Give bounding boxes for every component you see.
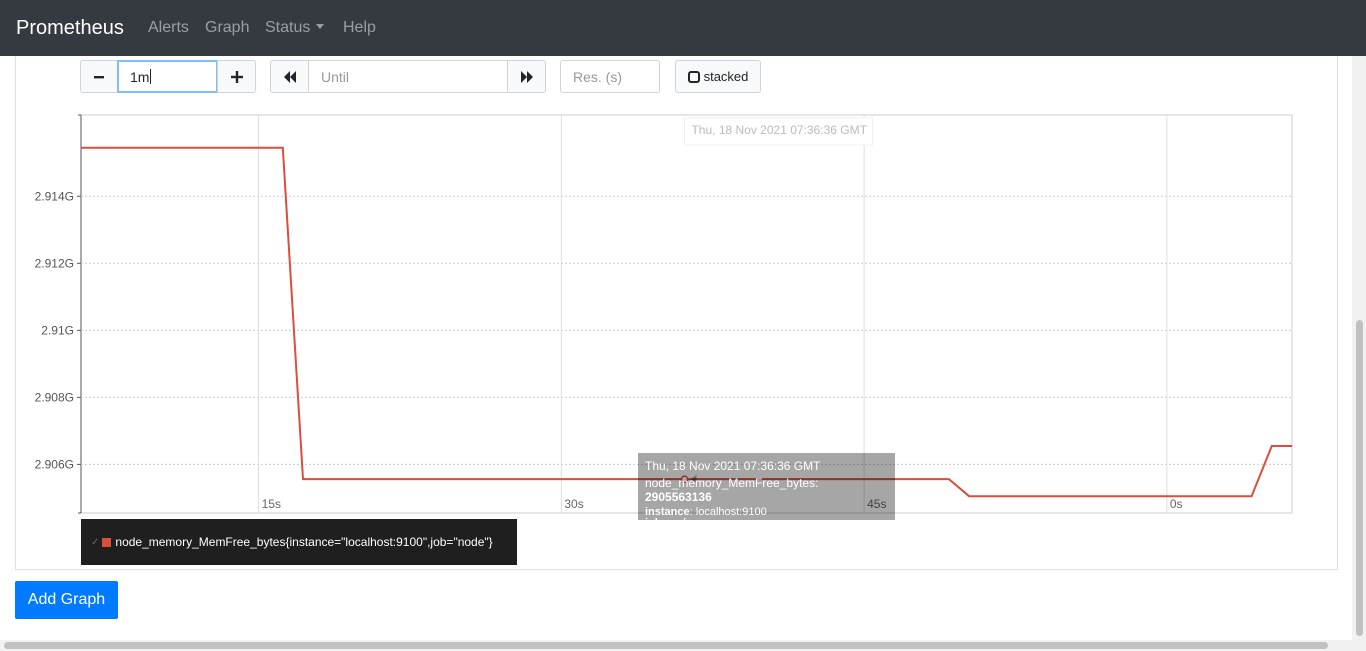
tooltip-job-label: job <box>645 517 662 529</box>
vertical-scrollbar[interactable] <box>1352 56 1366 640</box>
vertical-scrollbar-thumb[interactable] <box>1356 320 1363 636</box>
legend-series-label[interactable]: node_memory_MemFree_bytes{instance="loca… <box>115 535 492 549</box>
tooltip-instance-value: localhost:9100 <box>695 506 767 518</box>
horizontal-scrollbar[interactable] <box>0 640 1366 651</box>
check-icon[interactable]: ✓ <box>91 537 99 548</box>
add-graph-button[interactable]: Add Graph <box>15 581 118 619</box>
chart-tooltip: Thu, 18 Nov 2021 07:36:36 GMT node_memor… <box>638 453 895 529</box>
y-tick-label: 2.914G <box>35 189 74 203</box>
y-tick-label: 2.91G <box>41 323 74 337</box>
y-tick-label: 2.908G <box>35 390 74 404</box>
x-tick-label: 15s <box>262 497 281 511</box>
chart-legend[interactable]: ✓ node_memory_MemFree_bytes{instance="lo… <box>81 519 517 565</box>
tooltip-job-value: node <box>667 517 693 529</box>
tooltip-value: 2905563136 <box>645 490 712 504</box>
tooltip-value-row: node_memory_MemFree_bytes: 2905563136 <box>645 476 819 504</box>
x-tick-label: 0s <box>1170 497 1183 511</box>
series-color-swatch <box>102 537 112 547</box>
tooltip-time: Thu, 18 Nov 2021 07:36:36 GMT <box>645 459 821 473</box>
tooltip-metric: node_memory_MemFree_bytes <box>645 476 816 490</box>
hover-time-label: Thu, 18 Nov 2021 07:36:36 GMT <box>691 123 867 137</box>
x-tick-label: 30s <box>564 497 583 511</box>
horizontal-scrollbar-thumb[interactable] <box>4 642 1328 649</box>
y-tick-label: 2.912G <box>35 256 74 270</box>
tooltip-job-row: job: node <box>645 517 693 529</box>
y-tick-label: 2.906G <box>35 457 74 471</box>
